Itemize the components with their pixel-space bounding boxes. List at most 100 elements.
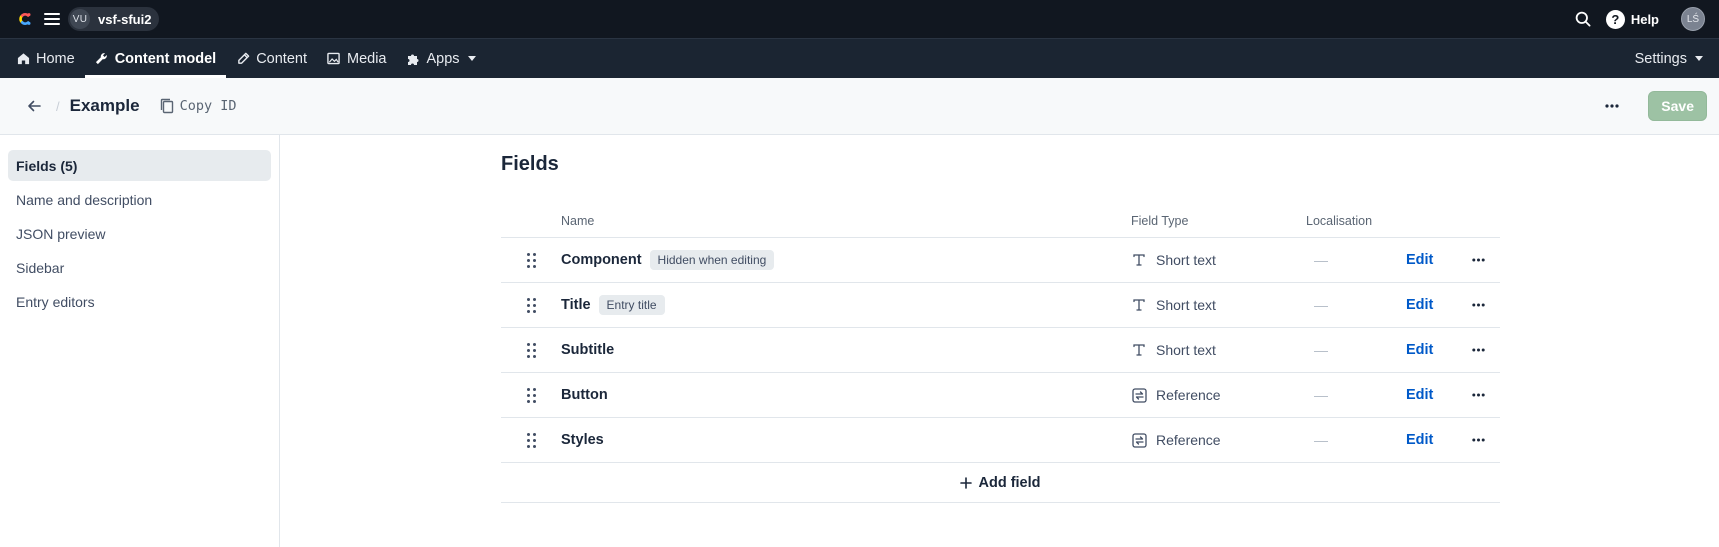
nav-content-label: Content: [256, 50, 307, 67]
content-type-header: / Example Copy ID Save: [0, 78, 1719, 135]
table-row[interactable]: Subtitle Short text — Edit: [501, 328, 1500, 373]
field-name: Button: [561, 387, 608, 403]
field-badge: Entry title: [598, 295, 665, 315]
page-title: Example: [69, 96, 140, 115]
field-more-button[interactable]: [1466, 383, 1490, 407]
nav-home-label: Home: [36, 50, 75, 67]
more-horizontal-icon: [1471, 393, 1485, 397]
sidebar-item-fields[interactable]: Fields (5): [8, 150, 271, 181]
add-field-button[interactable]: Add field: [960, 474, 1041, 491]
home-icon: [16, 52, 30, 66]
nav-home[interactable]: Home: [6, 39, 85, 78]
nav-settings-label: Settings: [1634, 50, 1687, 67]
edit-field-link[interactable]: Edit: [1406, 342, 1433, 358]
table-row[interactable]: Button Reference — Edit: [501, 373, 1500, 418]
drag-handle-icon[interactable]: [525, 251, 538, 270]
more-horizontal-icon: [1471, 438, 1485, 442]
drag-handle-icon[interactable]: [525, 386, 538, 405]
field-more-button[interactable]: [1466, 338, 1490, 362]
section-title: Fields: [501, 153, 559, 175]
field-name: Title: [561, 297, 591, 313]
field-more-button[interactable]: [1466, 293, 1490, 317]
back-button[interactable]: [22, 94, 46, 118]
space-avatar: VU: [70, 9, 90, 29]
copy-icon: [160, 98, 174, 114]
puzzle-icon: [406, 52, 420, 66]
nav-media-label: Media: [346, 50, 387, 67]
more-horizontal-icon: [1471, 348, 1485, 352]
table-row[interactable]: Styles Reference — Edit: [501, 418, 1500, 463]
drag-handle-icon[interactable]: [525, 296, 538, 315]
text-type-icon: [1131, 252, 1147, 268]
sidebar-item-sidebar[interactable]: Sidebar: [8, 252, 271, 283]
plus-icon: [960, 476, 973, 489]
sidebar-item-json-preview[interactable]: JSON preview: [8, 218, 271, 249]
edit-field-link[interactable]: Edit: [1406, 432, 1433, 448]
contentful-logo-icon[interactable]: [16, 10, 34, 28]
more-horizontal-icon: [1471, 258, 1485, 262]
edit-field-link[interactable]: Edit: [1406, 297, 1433, 313]
search-icon[interactable]: [1572, 8, 1594, 30]
nav-apps[interactable]: Apps: [396, 39, 485, 78]
top-bar: VU vsf-sfui2 ? Help LŚ: [0, 0, 1719, 38]
column-header-localisation: Localisation: [1306, 213, 1373, 228]
field-name: Subtitle: [561, 342, 615, 358]
help-icon: ?: [1605, 9, 1625, 29]
reference-icon: [1131, 387, 1147, 403]
chevron-down-icon: [467, 56, 476, 61]
fields-table: Name Field Type Localisation Component H…: [501, 204, 1500, 503]
field-localisation: —: [1314, 387, 1328, 403]
table-row[interactable]: Component Hidden when editing Short text…: [501, 238, 1500, 283]
column-header-field-type: Field Type: [1131, 213, 1189, 228]
add-field-label: Add field: [978, 474, 1041, 491]
nav-content-model[interactable]: Content model: [84, 39, 227, 78]
field-name: Styles: [561, 432, 604, 448]
menu-icon[interactable]: [44, 12, 60, 26]
field-type: Short text: [1156, 297, 1216, 313]
field-localisation: —: [1314, 252, 1328, 268]
field-type: Short text: [1156, 252, 1216, 268]
nav-content-model-label: Content model: [114, 50, 217, 67]
save-button[interactable]: Save: [1648, 91, 1707, 121]
nav-content[interactable]: Content: [226, 39, 317, 78]
edit-field-link[interactable]: Edit: [1406, 252, 1433, 268]
help-button[interactable]: ? Help: [1605, 9, 1659, 29]
space-name: vsf-sfui2: [98, 11, 152, 27]
field-more-button[interactable]: [1466, 428, 1490, 452]
field-type: Reference: [1156, 432, 1221, 448]
sidebar-item-entry-editors[interactable]: Entry editors: [8, 286, 271, 317]
field-localisation: —: [1314, 342, 1328, 358]
content-type-sidebar: Fields (5) Name and description JSON pre…: [0, 135, 280, 547]
reference-icon: [1131, 432, 1147, 448]
image-icon: [327, 52, 341, 66]
user-avatar[interactable]: LŚ: [1681, 7, 1705, 31]
field-type: Short text: [1156, 342, 1216, 358]
field-localisation: —: [1314, 297, 1328, 313]
arrow-left-icon: [28, 100, 41, 112]
pen-icon: [236, 52, 250, 66]
nav-settings[interactable]: Settings: [1625, 39, 1719, 78]
column-header-name: Name: [561, 213, 595, 228]
text-type-icon: [1131, 342, 1147, 358]
breadcrumb-separator: /: [56, 98, 60, 114]
sidebar-item-name-and-description[interactable]: Name and description: [8, 184, 271, 215]
drag-handle-icon[interactable]: [525, 431, 538, 450]
copy-id-label: Copy ID: [179, 98, 237, 114]
text-type-icon: [1131, 297, 1147, 313]
more-horizontal-icon: [1471, 303, 1485, 307]
drag-handle-icon[interactable]: [525, 341, 538, 360]
table-header: Name Field Type Localisation: [501, 204, 1500, 238]
nav-apps-label: Apps: [426, 50, 460, 67]
copy-id-button[interactable]: Copy ID: [160, 98, 237, 114]
field-badge: Hidden when editing: [649, 250, 775, 270]
fields-panel: Fields Name Field Type Localisation Comp…: [280, 135, 1719, 547]
help-label: Help: [1630, 11, 1659, 27]
space-switcher[interactable]: VU vsf-sfui2: [68, 7, 160, 31]
edit-field-link[interactable]: Edit: [1406, 387, 1433, 403]
field-more-button[interactable]: [1466, 248, 1490, 272]
nav-media[interactable]: Media: [317, 39, 397, 78]
table-row[interactable]: Title Entry title Short text — Edit: [501, 283, 1500, 328]
main-nav: Home Content model Content Media Apps Se…: [0, 38, 1719, 78]
field-name: Component: [561, 252, 642, 268]
more-actions-button[interactable]: [1598, 92, 1626, 120]
